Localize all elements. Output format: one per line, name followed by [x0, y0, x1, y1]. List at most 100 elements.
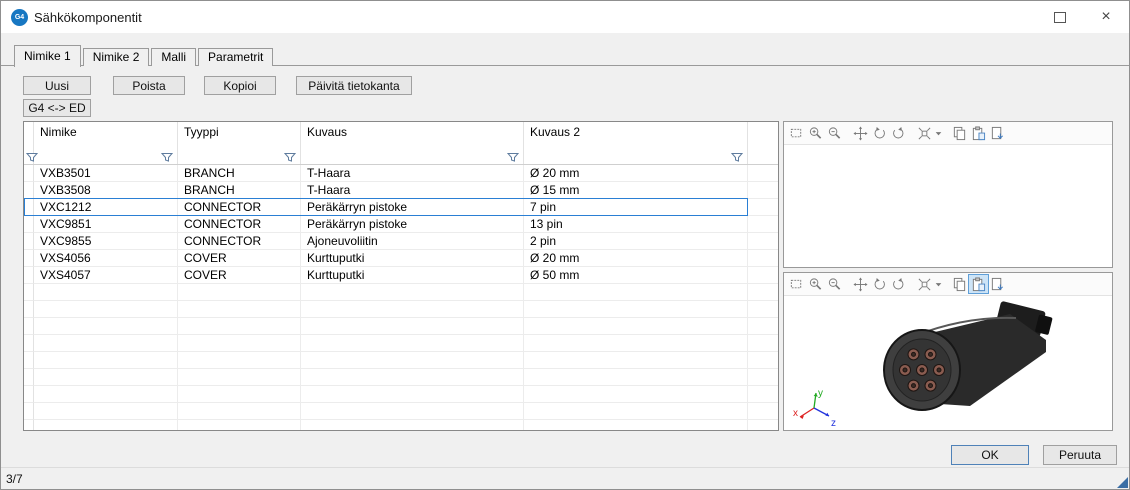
rotate-ccw-icon[interactable] [870, 275, 889, 293]
table-cell[interactable] [301, 301, 524, 318]
rotate-ccw-icon[interactable] [870, 124, 889, 142]
pan-icon[interactable] [851, 124, 870, 142]
update-database-button[interactable]: Päivitä tietokanta [296, 76, 412, 95]
save-view-icon[interactable] [988, 124, 1007, 142]
table-cell[interactable]: BRANCH [178, 165, 301, 182]
table-cell[interactable] [524, 318, 748, 335]
table-row[interactable]: VXB3508BRANCHT-HaaraØ 15 mm [24, 182, 778, 199]
model-view-top[interactable] [784, 145, 1112, 268]
column-header-kuvaus-2[interactable]: Kuvaus 2 [524, 122, 748, 142]
column-header-nimike[interactable]: Nimike [34, 122, 178, 142]
table-cell[interactable] [524, 420, 748, 431]
filter-icon[interactable] [731, 150, 743, 161]
empty-table-row[interactable] [24, 369, 778, 386]
table-cell[interactable]: T-Haara [301, 182, 524, 199]
tab-nimike-1[interactable]: Nimike 1 [14, 45, 81, 67]
ok-button[interactable]: OK [951, 445, 1029, 465]
table-cell[interactable]: Ajoneuvoliitin [301, 233, 524, 250]
table-cell[interactable]: Kurttuputki [301, 267, 524, 284]
filter-icon[interactable] [507, 150, 519, 161]
table-cell[interactable] [178, 369, 301, 386]
table-cell[interactable] [178, 318, 301, 335]
table-cell[interactable] [524, 369, 748, 386]
resize-grip-icon[interactable] [1117, 477, 1128, 488]
filter-icon[interactable] [161, 150, 173, 161]
tab-malli[interactable]: Malli [151, 48, 196, 66]
table-cell[interactable]: COVER [178, 267, 301, 284]
cancel-button[interactable]: Peruuta [1043, 445, 1117, 465]
table-cell[interactable]: Ø 20 mm [524, 250, 748, 267]
copy-button[interactable]: Kopioi [204, 76, 276, 95]
table-cell[interactable] [34, 335, 178, 352]
column-header-kuvaus[interactable]: Kuvaus [301, 122, 524, 142]
zoom-window-icon[interactable] [787, 275, 806, 293]
table-cell[interactable] [301, 386, 524, 403]
model-view-bottom[interactable]: x y z [784, 296, 1112, 430]
table-cell[interactable]: COVER [178, 250, 301, 267]
table-cell[interactable] [178, 403, 301, 420]
table-cell[interactable]: Kurttuputki [301, 250, 524, 267]
table-cell[interactable] [301, 352, 524, 369]
zoom-window-icon[interactable] [787, 124, 806, 142]
tab-parametrit[interactable]: Parametrit [198, 48, 273, 66]
table-cell[interactable]: Ø 50 mm [524, 267, 748, 284]
empty-table-row[interactable] [24, 403, 778, 420]
filter-icon[interactable] [284, 150, 296, 161]
table-cell[interactable] [301, 420, 524, 431]
table-cell[interactable] [34, 284, 178, 301]
table-cell[interactable] [524, 386, 748, 403]
table-cell[interactable]: CONNECTOR [178, 233, 301, 250]
delete-button[interactable]: Poista [113, 76, 185, 95]
table-cell[interactable] [34, 369, 178, 386]
paste-view-icon[interactable] [969, 124, 988, 142]
table-cell[interactable] [524, 301, 748, 318]
table-row[interactable]: VXC9855CONNECTORAjoneuvoliitin2 pin [24, 233, 778, 250]
copy-view-icon[interactable] [950, 124, 969, 142]
zoom-in-icon[interactable] [806, 124, 825, 142]
empty-table-row[interactable] [24, 301, 778, 318]
table-cell[interactable] [301, 284, 524, 301]
rotate-cw-icon[interactable] [889, 275, 908, 293]
table-cell[interactable]: VXS4056 [34, 250, 178, 267]
empty-table-row[interactable] [24, 335, 778, 352]
table-cell[interactable]: T-Haara [301, 165, 524, 182]
rotate-cw-icon[interactable] [889, 124, 908, 142]
table-cell[interactable] [34, 420, 178, 431]
column-header-tyyppi[interactable]: Tyyppi [178, 122, 301, 142]
table-cell[interactable] [178, 352, 301, 369]
table-cell[interactable]: CONNECTOR [178, 216, 301, 233]
table-cell[interactable] [34, 318, 178, 335]
table-cell[interactable] [178, 301, 301, 318]
table-cell[interactable]: CONNECTOR [178, 199, 301, 216]
save-view-icon[interactable] [988, 275, 1007, 293]
pan-icon[interactable] [851, 275, 870, 293]
table-cell[interactable] [178, 284, 301, 301]
table-cell[interactable]: 7 pin [524, 199, 748, 216]
zoom-out-icon[interactable] [825, 275, 844, 293]
empty-table-row[interactable] [24, 352, 778, 369]
table-cell[interactable]: VXB3508 [34, 182, 178, 199]
table-cell[interactable] [301, 369, 524, 386]
table-cell[interactable]: 13 pin [524, 216, 748, 233]
table-cell[interactable] [301, 403, 524, 420]
table-cell[interactable] [34, 301, 178, 318]
maximize-button[interactable] [1037, 1, 1083, 33]
zoom-in-icon[interactable] [806, 275, 825, 293]
empty-table-row[interactable] [24, 386, 778, 403]
new-button[interactable]: Uusi [23, 76, 91, 95]
table-cell[interactable]: Ø 15 mm [524, 182, 748, 199]
table-cell[interactable] [524, 352, 748, 369]
tab-nimike-2[interactable]: Nimike 2 [83, 48, 150, 66]
empty-table-row[interactable] [24, 420, 778, 431]
table-cell[interactable] [34, 352, 178, 369]
zoom-extents-icon[interactable] [915, 275, 934, 293]
paste-view-icon[interactable] [969, 275, 988, 293]
table-cell[interactable]: Ø 20 mm [524, 165, 748, 182]
zoom-extents-icon[interactable] [915, 124, 934, 142]
table-row[interactable]: VXS4056COVERKurttuputkiØ 20 mm [24, 250, 778, 267]
table-cell[interactable] [301, 335, 524, 352]
table-cell[interactable]: VXC1212 [34, 199, 178, 216]
table-cell[interactable]: VXS4057 [34, 267, 178, 284]
table-cell[interactable] [34, 403, 178, 420]
g4-ed-button[interactable]: G4 <-> ED [23, 99, 91, 117]
